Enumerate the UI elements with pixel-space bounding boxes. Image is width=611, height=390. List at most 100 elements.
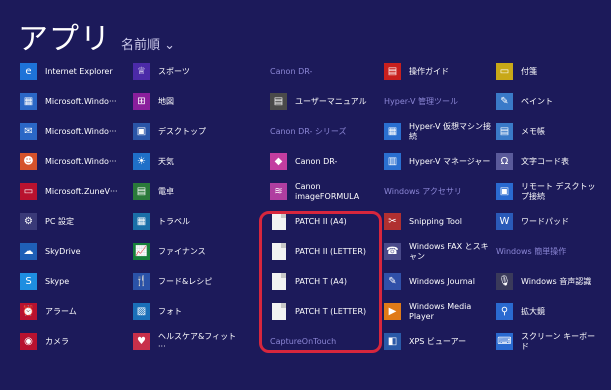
app-label: スポーツ [158,66,190,76]
app-tile[interactable]: ▤ 電卓 [133,180,240,203]
food-icon: 🍴 [133,273,150,290]
app-label: Internet Explorer [45,66,113,76]
app-tile[interactable]: ▤ ユーザーマニュアル [270,90,377,113]
app-label: カメラ [45,336,69,346]
apps-header: アプリ 名前順 ⌄ [18,14,175,57]
video-icon: ▭ [20,183,37,200]
app-label: PC 設定 [45,216,74,226]
app-tile[interactable]: ✎ ペイント [496,90,603,113]
app-tile[interactable]: ☎ Windows FAX とスキャン [384,240,491,263]
app-label: 操作ガイド [409,66,449,76]
sticky-note-icon: ▭ [496,63,513,80]
remote-desktop-icon: ▣ [496,183,513,200]
app-tile[interactable]: ▥ Hyper-V マネージャー [384,150,491,173]
app-label: SkyDrive [45,246,81,256]
app-tile[interactable]: ⏰ アラーム [20,300,118,323]
app-label: ヘルスケア&フィット··· [158,331,237,351]
calc-icon: ▤ [133,183,150,200]
app-column: ♕ スポーツ ⊞ 地図 ▣ デスクトップ ☀ 天気 ▤ 電卓 ▦ トラベル 📈 ファイナンス 🍴 フード&レシ… [133,60,240,360]
journal-icon: ✎ [384,273,401,290]
magnifier-icon: ⚲ [496,303,513,320]
app-tile[interactable]: S Skype [20,270,118,293]
app-tile[interactable]: ▣ デスクトップ [133,120,240,143]
wordpad-icon: W [496,213,513,230]
app-tile[interactable]: ⊞ 地図 [133,90,240,113]
notepad-icon: ▤ [496,123,513,140]
app-label: Canon imageFORMULA [295,181,360,201]
group-header: Hyper-V 管理ツール [384,97,458,106]
map-icon: ⊞ [133,93,150,110]
app-label: 文字コード表 [521,156,569,166]
group-header: Windows 簡単操作 [496,247,567,256]
app-label: Hyper-V マネージャー [409,156,491,166]
group-header: Canon DR- [270,67,313,76]
app-label: デスクトップ [158,126,206,136]
hyperv-manager-icon: ▥ [384,153,401,170]
app-tile[interactable]: ≋ Canon imageFORMULA [270,180,377,203]
app-tile[interactable]: ⌨ スクリーン キーボード [496,330,603,353]
app-label: Microsoft.ZuneV··· [45,186,118,196]
app-tile[interactable]: 🍴 フード&レシピ [133,270,240,293]
calculator-icon: ▦ [20,93,37,110]
app-tile[interactable]: ▨ フォト [133,300,240,323]
microphone-icon: 🎙 [496,273,513,290]
app-label: Microsoft.Windo··· [45,126,117,136]
app-tile[interactable]: e Internet Explorer [20,60,118,83]
ie-icon: e [20,63,37,80]
app-tile[interactable]: ⚙ PC 設定 [20,210,118,233]
app-label: ユーザーマニュアル [295,96,367,106]
pdf-icon: ▤ [384,63,401,80]
skype-icon: S [20,273,37,290]
app-tile[interactable]: 🎙 Windows 音声認識 [496,270,603,293]
finance-icon: 📈 [133,243,150,260]
paint-icon: ✎ [496,93,513,110]
app-tile[interactable]: ✉ Microsoft.Windo··· [20,120,118,143]
app-label: リモート デスクトップ接続 [521,181,596,201]
app-label: Windows 音声認識 [521,276,592,286]
app-label: トラベル [158,216,190,226]
app-tile[interactable]: ▭ 付箋 [496,60,603,83]
app-column: e Internet Explorer ▦ Microsoft.Windo··· ✉ Mi… [20,60,118,360]
app-label: メモ帳 [521,126,545,136]
app-label: Microsoft.Windo··· [45,156,117,166]
app-tile[interactable]: ♕ スポーツ [133,60,240,83]
app-tile[interactable]: ▤ メモ帳 [496,120,603,143]
media-player-icon: ▶ [384,303,401,320]
app-tile[interactable]: ✂ Snipping Tool [384,210,491,233]
app-tile[interactable]: ☻ Microsoft.Windo··· [20,150,118,173]
app-tile[interactable]: 📈 ファイナンス [133,240,240,263]
sort-dropdown[interactable]: 名前順 ⌄ [121,34,175,53]
app-tile[interactable]: ◧ XPS ビューアー [384,330,491,353]
app-label: 天気 [158,156,174,166]
app-tile[interactable]: ⚲ 拡大鏡 [496,300,603,323]
keyboard-icon: ⌨ [496,333,513,350]
charmap-icon: Ω [496,153,513,170]
app-tile[interactable]: Ω 文字コード表 [496,150,603,173]
app-tile[interactable]: ▶ Windows Media Player [384,300,491,323]
page-title: アプリ [18,22,111,57]
app-label: Canon DR- [295,156,338,166]
document-icon: ▤ [270,93,287,110]
mail-icon: ✉ [20,123,37,140]
app-tile[interactable]: ▭ Microsoft.ZuneV··· [20,180,118,203]
app-tile[interactable]: ◆ Canon DR- [270,150,377,173]
app-tile[interactable]: ♥ ヘルスケア&フィット··· [133,330,240,353]
cloud-icon: ☁ [20,243,37,260]
app-tile[interactable]: ▣ リモート デスクトップ接続 [496,180,603,203]
app-tile[interactable]: ▦ トラベル [133,210,240,233]
app-label: フード&レシピ [158,276,213,286]
app-tile[interactable]: ☀ 天気 [133,150,240,173]
app-tile[interactable]: ▤ 操作ガイド [384,60,491,83]
photo-icon: ▨ [133,303,150,320]
app-tile[interactable]: ▦ Microsoft.Windo··· [20,90,118,113]
app-tile[interactable]: W ワードパッド [496,210,603,233]
highlight-box [259,211,382,353]
app-label: Hyper-V 仮想マシン接続 [409,121,491,141]
app-label: フォト [158,306,182,316]
app-tile[interactable]: ✎ Windows Journal [384,270,491,293]
hyperv-icon: ▦ [384,123,401,140]
app-label: Microsoft.Windo··· [45,96,117,106]
app-tile[interactable]: ▦ Hyper-V 仮想マシン接続 [384,120,491,143]
app-tile[interactable]: ◉ カメラ [20,330,118,353]
app-tile[interactable]: ☁ SkyDrive [20,240,118,263]
